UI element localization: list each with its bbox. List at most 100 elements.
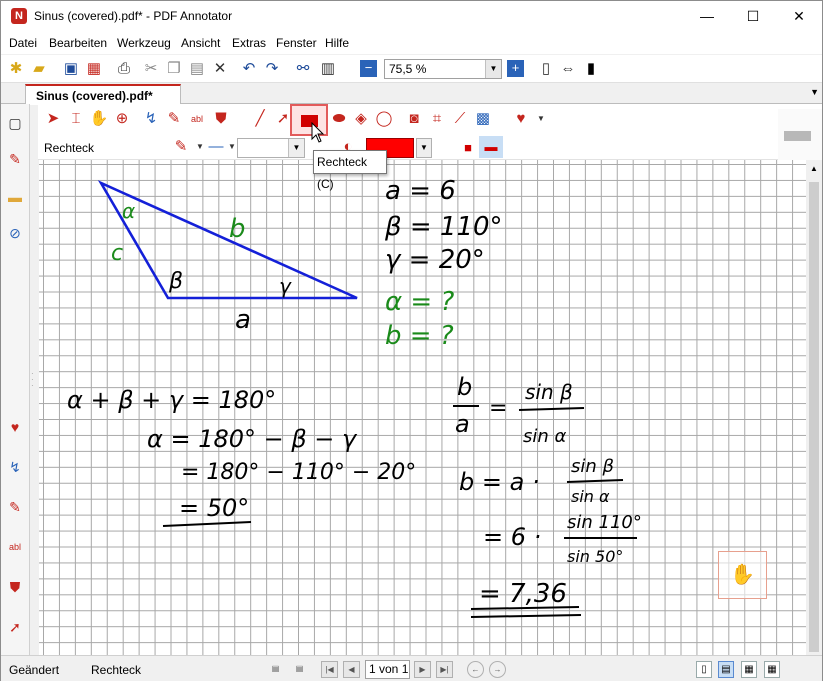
first-page-icon[interactable]: |◀ <box>321 661 338 678</box>
crop-icon[interactable]: ⌗ <box>427 108 447 130</box>
typewriter-icon[interactable]: abl <box>187 108 207 130</box>
ruler-icon[interactable]: ⟋ <box>450 108 470 130</box>
fill-color-chevron-icon[interactable]: ▼ <box>416 138 432 158</box>
save-icon[interactable]: ▣ <box>61 59 81 79</box>
maximize-button[interactable]: ☐ <box>730 1 776 32</box>
select-text-icon[interactable]: ⌶ <box>66 108 86 130</box>
menu-ansicht[interactable]: Ansicht <box>181 36 220 50</box>
arrow-tool-icon[interactable]: ➚ <box>5 616 25 638</box>
select-arrow-icon[interactable]: ➤ <box>43 108 63 130</box>
layout-icon[interactable]: ▥ <box>318 59 338 79</box>
menu-datei[interactable]: Datei <box>9 36 37 50</box>
pages-panel-icon[interactable]: ▢ <box>5 112 25 134</box>
scroll-up-icon[interactable]: ▲ <box>810 164 818 173</box>
delete-icon[interactable]: ✕ <box>210 59 230 79</box>
angle-sum-line-2: α = 180° − β − γ <box>147 425 358 453</box>
underline-result-1 <box>162 521 252 527</box>
vertical-scrollbar[interactable]: ▲ <box>806 160 822 655</box>
hand-scroll-icon[interactable]: ✋ <box>89 108 109 130</box>
menu-fenster[interactable]: Fenster <box>276 36 317 50</box>
stamp-icon[interactable]: ⛊ <box>211 108 231 130</box>
page-number-field[interactable]: 1 von 1 <box>365 660 410 679</box>
page-insert-icon[interactable]: ▤ <box>267 661 284 678</box>
angle-sum-line-3: = 180° − 110° − 20° <box>181 460 416 485</box>
sidebar-resize-grip[interactable]: · · · <box>31 370 37 391</box>
favorites-chevron-icon[interactable]: ▼ <box>531 108 551 130</box>
text-tool-icon[interactable]: abl <box>5 536 25 558</box>
b-step-2-prefix: = 6 · <box>483 523 541 551</box>
page-remove-icon[interactable]: ▤ <box>291 661 308 678</box>
attachments-panel-icon[interactable]: ⊘ <box>5 222 25 244</box>
highlighter-tool-icon[interactable]: ✎ <box>5 496 25 518</box>
single-page-view-icon[interactable]: ▯ <box>696 661 712 678</box>
menu-werkzeug[interactable]: Werkzeug <box>117 36 171 50</box>
menu-hilfe[interactable]: Hilfe <box>325 36 349 50</box>
print-icon[interactable]: ⎙ <box>114 59 134 79</box>
open-folder-icon[interactable]: ▰ <box>29 59 49 79</box>
zoom-select[interactable]: 75,5 % ▼ <box>384 59 502 79</box>
current-tool-label: Rechteck <box>44 141 95 155</box>
cut-icon[interactable]: ✂ <box>141 59 161 79</box>
forward-icon[interactable]: → <box>489 661 506 678</box>
fill-only-icon[interactable]: ■ <box>458 137 478 159</box>
camera-icon[interactable]: ◙ <box>404 108 424 130</box>
hand-tool-overlay-icon[interactable]: ✋ <box>718 551 767 599</box>
b-step-1-denominator: sin α <box>571 487 610 506</box>
chevron-down-icon[interactable]: ▼ <box>485 60 501 78</box>
handwriting-canvas[interactable]: α β γ a b c a = 6 β = 110° γ = 20° α = ?… <box>39 160 806 655</box>
scrollbar-thumb[interactable] <box>809 182 819 652</box>
ellipse-icon[interactable]: ⬬ <box>329 108 349 130</box>
lasso-icon[interactable]: ◯ <box>374 108 394 130</box>
insert-image-icon[interactable]: ▩ <box>473 108 493 130</box>
fill-and-border-icon[interactable]: ▬ <box>479 136 503 158</box>
minimize-button[interactable]: — <box>684 1 730 32</box>
fit-width-icon[interactable]: ⇔ <box>558 59 578 79</box>
favorites-heart-icon[interactable]: ♥ <box>5 416 25 438</box>
sine-law-rhs-numerator: sin β <box>525 380 573 404</box>
line-icon[interactable]: ╱ <box>250 108 270 130</box>
back-icon[interactable]: ← <box>467 661 484 678</box>
menu-extras[interactable]: Extras <box>232 36 266 50</box>
undo-icon[interactable]: ↶ <box>239 59 259 79</box>
two-page-continuous-view-icon[interactable]: ▦ <box>764 661 780 678</box>
document-tab[interactable]: Sinus (covered).pdf* <box>25 84 181 105</box>
b-step-1-numerator: sin β <box>571 456 614 477</box>
new-document-icon[interactable]: ✱ <box>6 59 26 79</box>
fullscreen-icon[interactable]: ▮ <box>581 59 601 79</box>
pdf-page[interactable]: α β γ a b c a = 6 β = 110° γ = 20° α = ?… <box>39 160 806 655</box>
last-page-icon[interactable]: ▶| <box>436 661 453 678</box>
next-page-icon[interactable]: ▶ <box>414 661 431 678</box>
zoom-out-icon[interactable]: − <box>360 60 377 77</box>
menu-bearbeiten[interactable]: Bearbeiten <box>49 36 107 50</box>
eraser-icon[interactable]: ◈ <box>351 108 371 130</box>
stamp-tool-icon[interactable]: ⛊ <box>5 576 25 598</box>
line-style-select[interactable]: ▼ <box>237 138 305 158</box>
paste-icon[interactable]: ▤ <box>187 59 207 79</box>
tab-list-chevron-icon[interactable]: ▼ <box>810 87 819 97</box>
pen-tool-icon[interactable]: ↯ <box>5 456 25 478</box>
two-page-view-icon[interactable]: ▦ <box>741 661 757 678</box>
pen-icon[interactable]: ↯ <box>141 108 161 130</box>
annotations-panel-icon[interactable]: ✎ <box>5 148 25 170</box>
save-as-icon[interactable]: ▦ <box>84 59 104 79</box>
underline-b-result-2 <box>470 614 582 618</box>
zoom-in-icon[interactable]: + <box>507 60 524 77</box>
fit-page-icon[interactable]: ▯ <box>536 59 556 79</box>
title-bar: N Sinus (covered).pdf* - PDF Annotator —… <box>1 1 822 32</box>
b-step-2-denominator: sin 50° <box>567 547 623 566</box>
close-button[interactable]: ✕ <box>776 1 822 32</box>
previous-page-icon[interactable]: ◀ <box>343 661 360 678</box>
document-tab-strip: Sinus (covered).pdf* ▼ <box>1 83 822 105</box>
favorites-icon[interactable]: ♥ <box>511 108 531 130</box>
bookmarks-panel-icon[interactable]: ▬ <box>5 186 25 208</box>
line-color-icon[interactable]: ✎ <box>171 136 191 158</box>
label-alpha: α <box>122 199 135 223</box>
chevron-down-icon[interactable]: ▼ <box>288 139 304 157</box>
highlighter-icon[interactable]: ✎ <box>164 108 184 130</box>
continuous-view-icon[interactable]: ▤ <box>718 661 734 678</box>
redo-icon[interactable]: ↷ <box>262 59 282 79</box>
find-binoculars-icon[interactable]: ⚯ <box>293 59 313 79</box>
pdf-annotator-logo-icon: N <box>11 8 27 24</box>
zoom-tool-icon[interactable]: ⊕ <box>112 108 132 130</box>
copy-icon[interactable]: ❐ <box>164 59 184 79</box>
